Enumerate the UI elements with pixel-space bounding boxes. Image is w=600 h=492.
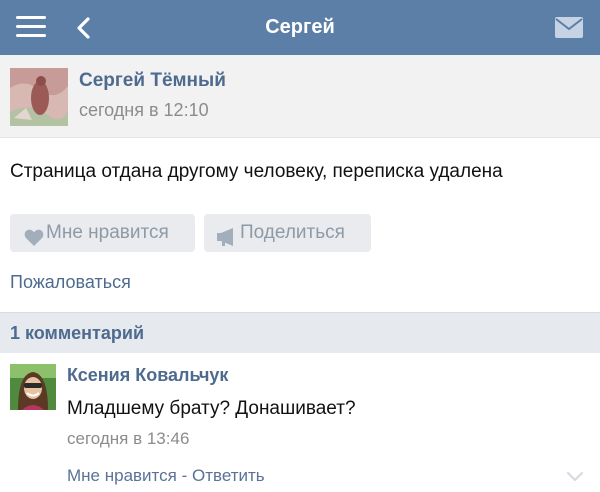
comment-like-link[interactable]: Мне нравится bbox=[67, 466, 177, 485]
post-header: Сергей Тёмный сегодня в 12:10 bbox=[0, 55, 600, 138]
heart-icon bbox=[24, 223, 44, 261]
comments-header: 1 комментарий bbox=[0, 312, 600, 353]
author-avatar[interactable] bbox=[10, 68, 68, 126]
share-button[interactable]: Поделиться bbox=[204, 214, 371, 252]
comment-actions-separator: - bbox=[176, 466, 192, 485]
mail-icon[interactable] bbox=[555, 17, 583, 38]
report-link[interactable]: Пожаловаться bbox=[10, 272, 131, 293]
megaphone-icon bbox=[216, 223, 238, 261]
comment-text: Младшему брату? Донашивает? bbox=[67, 398, 356, 419]
comment-actions: Мне нравится - Ответить bbox=[67, 466, 265, 486]
post-timestamp: сегодня в 12:10 bbox=[79, 100, 209, 120]
top-nav-bar: Сергей bbox=[0, 0, 600, 55]
page-title: Сергей bbox=[265, 16, 335, 38]
chevron-down-icon[interactable] bbox=[566, 470, 584, 484]
comments-count: 1 комментарий bbox=[10, 323, 145, 343]
comment-timestamp: сегодня в 13:46 bbox=[67, 429, 190, 448]
back-icon[interactable] bbox=[74, 15, 94, 41]
comment-author[interactable]: Ксения Ковальчук bbox=[67, 365, 228, 386]
share-label: Поделиться bbox=[240, 222, 345, 243]
menu-icon[interactable] bbox=[16, 14, 46, 40]
like-label: Мне нравится bbox=[46, 222, 169, 243]
post-text: Страница отдана другому человеку, перепи… bbox=[10, 161, 503, 182]
commenter-avatar[interactable] bbox=[10, 364, 56, 410]
comment-reply-link[interactable]: Ответить bbox=[192, 466, 265, 485]
post-author-name[interactable]: Сергей Тёмный bbox=[79, 70, 226, 92]
like-button[interactable]: Мне нравится bbox=[10, 214, 195, 252]
